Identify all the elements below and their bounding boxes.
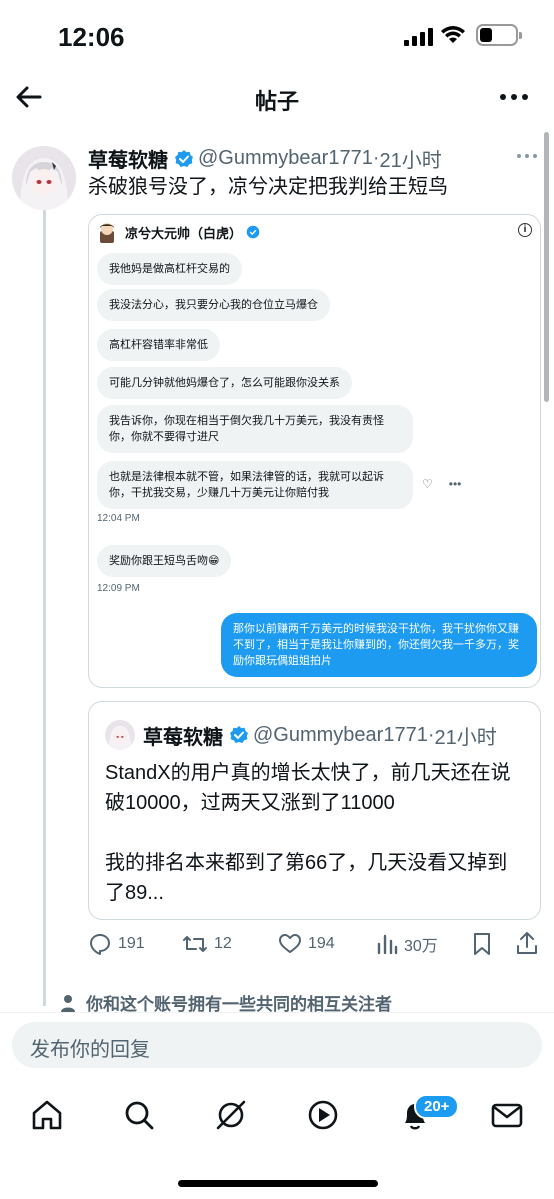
scrollbar[interactable] — [544, 132, 549, 402]
dm-message: 高杠杆容错率非常低 — [97, 329, 220, 361]
quoted-post-time: 21小时 — [434, 726, 497, 749]
video-icon[interactable] — [306, 1098, 340, 1132]
battery-icon — [476, 24, 522, 46]
dm-my-message: 那你以前赚两千万美元的时候我没干扰你，我干扰你你又赚不到了，相当于是我让你赚到的… — [221, 613, 537, 677]
dm-more-icon: ••• — [448, 477, 462, 491]
status-time: 12:06 — [58, 22, 125, 52]
quoted-author-name: 草莓软糖 — [143, 726, 223, 749]
share-icon[interactable] — [516, 930, 538, 956]
thread-line — [43, 206, 46, 1006]
dm-header: 凉兮大元帅（白虎） — [97, 221, 260, 243]
person-icon — [61, 994, 75, 1012]
repost-icon — [183, 936, 207, 952]
dm-message: 也就是法律根本就不管，如果法律管的话，我就可以起诉你，干扰我交易，少赚几十万美元… — [97, 461, 413, 509]
dm-message: 我没法分心，我只要分心我的仓位立马爆仓 — [97, 289, 330, 321]
author-handle[interactable]: @Gummybear1771 — [198, 147, 373, 170]
info-icon: i — [518, 223, 532, 237]
home-icon[interactable] — [30, 1098, 64, 1132]
search-icon[interactable] — [122, 1098, 156, 1132]
heart-icon — [279, 934, 301, 953]
dm-timestamp: 12:09 PM — [97, 583, 140, 594]
divider — [0, 1012, 554, 1013]
reply-input[interactable]: 发布你的回复 — [12, 1022, 542, 1068]
quoted-author-row: 草莓软糖 @Gummybear1771 · 21小时 — [105, 720, 497, 750]
dm-sender-name: 凉兮大元帅（白虎） — [125, 225, 243, 241]
views-icon — [377, 934, 398, 955]
quoted-author-avatar — [105, 720, 135, 750]
author-name[interactable]: 草莓软糖 — [88, 144, 168, 173]
view-count: 30万 — [404, 938, 438, 955]
dm-verified-badge-icon — [246, 225, 260, 239]
dm-message: 奖励你跟王短鸟舌吻😁 — [97, 545, 232, 577]
reply-icon — [90, 934, 110, 955]
grok-icon[interactable] — [214, 1098, 248, 1132]
verified-badge-icon — [230, 726, 248, 743]
dm-message-actions: ♡ ••• — [422, 477, 461, 491]
messages-icon[interactable] — [490, 1098, 524, 1132]
post-more-icon[interactable] — [516, 152, 538, 160]
like-count: 194 — [308, 935, 335, 952]
post-text: 杀破狼号没了，凉兮决定把我判给王短鸟 — [88, 176, 448, 198]
quoted-post-text: StandX的用户真的增长太快了，前几天还在说破10000，过两天又涨到了110… — [105, 762, 511, 904]
bookmark-icon[interactable] — [472, 932, 492, 956]
react-icon: ♡ — [422, 477, 433, 491]
repost-count: 12 — [214, 935, 232, 952]
post-time: 21小时 — [379, 150, 442, 172]
quoted-post[interactable]: 草莓软糖 @Gummybear1771 · 21小时 StandX的用户真的增长… — [88, 701, 541, 920]
status-bar: 12:06 — [0, 0, 554, 72]
attached-image[interactable]: 凉兮大元帅（白虎） i 我他妈是做高杠杆交易的 我没法分心，我只要分心我的仓位立… — [88, 214, 541, 688]
separator-dot: · — [427, 723, 435, 746]
separator-dot: · — [372, 147, 380, 169]
wifi-icon — [441, 26, 465, 43]
dm-message: 我告诉你，你现在相当于倒欠我几十万美元，我没有责怪你，你就不要得寸进尺 — [97, 405, 413, 453]
like-button[interactable]: 194 — [278, 930, 335, 958]
bottom-navigation — [0, 1090, 554, 1142]
verified-badge-icon — [175, 149, 193, 167]
cellular-signal-icon — [404, 28, 433, 46]
dm-sender-avatar — [100, 223, 114, 243]
reply-count: 191 — [118, 935, 145, 952]
views-button[interactable]: 30万 — [376, 930, 438, 958]
notification-badge: 20+ — [414, 1094, 460, 1119]
top-app-bar: 帖子 — [0, 72, 554, 126]
dm-message: 可能几分钟就他妈爆仓了，怎么可能跟你没关系 — [97, 367, 352, 399]
home-indicator — [178, 1180, 378, 1187]
page-title: 帖子 — [254, 89, 299, 114]
post-author-row: 草莓软糖 @Gummybear1771 · 21小时 — [88, 144, 442, 173]
repost-button[interactable]: 12 — [182, 930, 232, 958]
quoted-author-handle: @Gummybear1771 — [253, 723, 428, 746]
author-avatar[interactable] — [12, 146, 76, 210]
reply-button[interactable]: 191 — [88, 930, 145, 958]
dm-message: 我他妈是做高杠杆交易的 — [97, 253, 242, 285]
more-options-icon[interactable] — [498, 84, 530, 110]
dm-timestamp: 12:04 PM — [97, 513, 140, 524]
